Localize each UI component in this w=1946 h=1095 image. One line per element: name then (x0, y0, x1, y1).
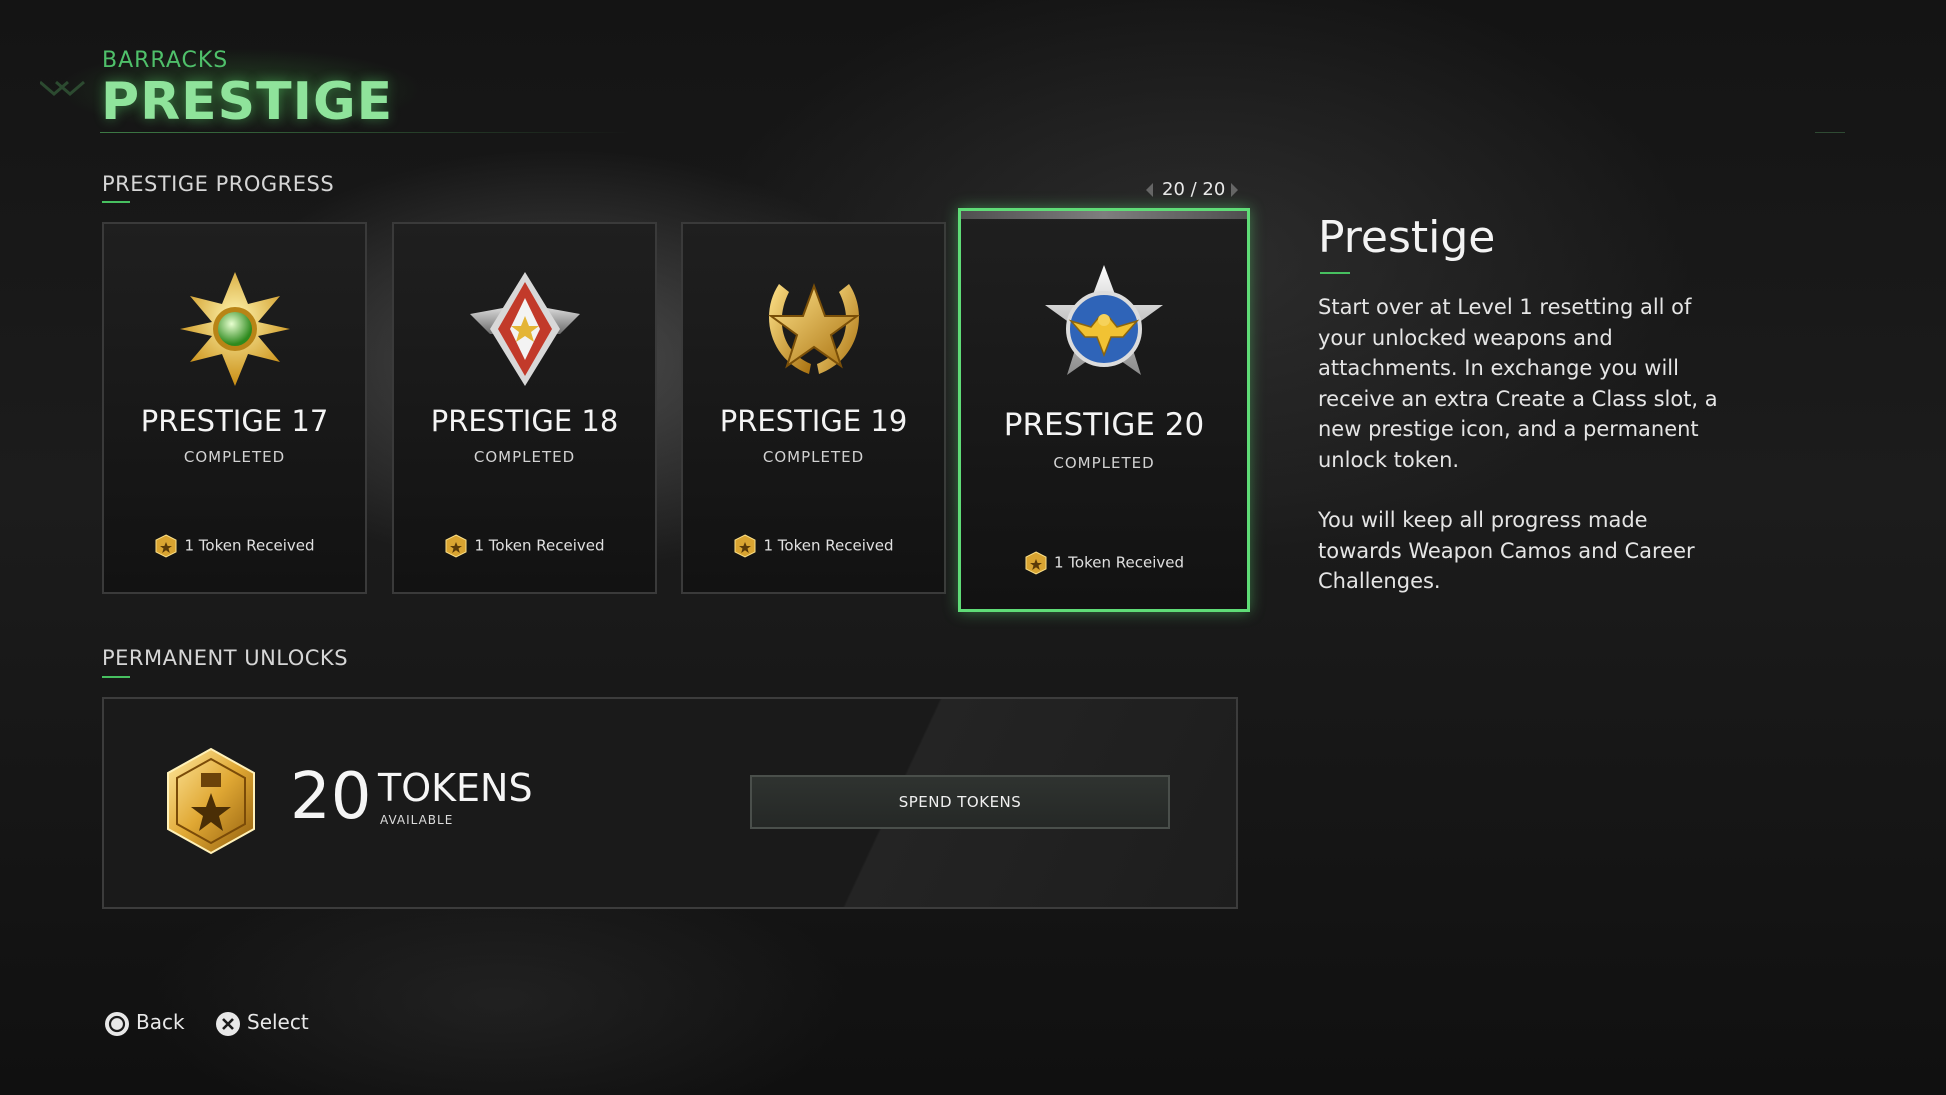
prestige-card-19[interactable]: PRESTIGE 19 COMPLETED 1 Token Received (681, 222, 946, 594)
card-status: COMPLETED (183, 448, 286, 466)
token-available-label: AVAILABLE (380, 813, 454, 827)
reward-label: 1 Token Received (763, 536, 894, 555)
chevron-decor-icon (40, 80, 85, 96)
section-accent (102, 676, 130, 678)
card-reward: 1 Token Received (683, 534, 944, 558)
breadcrumb: BARRACKS (102, 48, 229, 73)
token-icon (734, 534, 756, 558)
token-count: 20 (290, 760, 372, 834)
token-word: TOKENS (378, 766, 533, 810)
permanent-unlocks-panel: 20 TOKENS AVAILABLE SPEND TOKENS (102, 697, 1238, 909)
pager[interactable]: 20 / 20 (1146, 178, 1238, 202)
card-title: PRESTIGE 20 (1003, 407, 1205, 443)
permanent-unlocks-label: PERMANENT UNLOCKS (102, 646, 349, 670)
pager-text: 20 / 20 (1162, 179, 1226, 200)
spend-tokens-button[interactable]: SPEND TOKENS (750, 775, 1170, 829)
pager-next-icon[interactable] (1231, 183, 1238, 197)
reward-label: 1 Token Received (184, 536, 315, 555)
prestige-card-18[interactable]: PRESTIGE 18 COMPLETED 1 Token Received (392, 222, 657, 594)
section-accent (102, 201, 130, 203)
card-status: COMPLETED (473, 448, 576, 466)
token-icon (155, 534, 177, 558)
reward-label: 1 Token Received (1053, 553, 1184, 572)
card-title: PRESTIGE 19 (719, 404, 908, 438)
reward-label: 1 Token Received (474, 536, 605, 555)
pager-prev-icon[interactable] (1146, 183, 1153, 197)
page-title: PRESTIGE (101, 72, 394, 132)
prestige-card-17[interactable]: PRESTIGE 17 COMPLETED 1 Token Received (102, 222, 367, 594)
detail-paragraph: You will keep all progress made towards … (1318, 508, 1695, 593)
card-title: PRESTIGE 18 (430, 404, 619, 438)
card-reward: 1 Token Received (394, 534, 655, 558)
detail-paragraph: Start over at Level 1 resetting all of y… (1318, 295, 1718, 472)
detail-accent (1320, 272, 1350, 274)
corner-divider (1815, 132, 1845, 133)
token-icon (445, 534, 467, 558)
card-status: COMPLETED (762, 448, 865, 466)
prestige-progress-label: PRESTIGE PROGRESS (102, 172, 335, 196)
unlock-token-icon (167, 747, 255, 855)
detail-title: Prestige (1318, 212, 1496, 263)
select-label: Select (247, 1010, 309, 1034)
detail-description: Start over at Level 1 resetting all of y… (1318, 292, 1718, 627)
card-status: COMPLETED (1053, 454, 1155, 472)
prestige-20-emblem-icon (1045, 265, 1163, 375)
prestige-17-emblem-icon (179, 272, 290, 386)
select-button[interactable]: Select (215, 1010, 309, 1037)
card-highlight-bar (961, 211, 1247, 219)
prestige-19-emblem-icon (767, 283, 860, 374)
card-reward: 1 Token Received (104, 534, 365, 558)
prestige-card-20[interactable]: PRESTIGE 20 COMPLETED 1 Token Received (958, 208, 1250, 612)
card-reward: 1 Token Received (961, 551, 1247, 575)
back-label: Back (136, 1010, 185, 1034)
cross-button-icon (216, 1011, 240, 1036)
back-button[interactable]: Back (104, 1010, 185, 1037)
prestige-18-emblem-icon (469, 272, 580, 386)
card-title: PRESTIGE 17 (140, 404, 329, 438)
circle-button-icon (105, 1011, 129, 1036)
token-icon (1025, 551, 1047, 575)
title-divider (100, 132, 630, 133)
